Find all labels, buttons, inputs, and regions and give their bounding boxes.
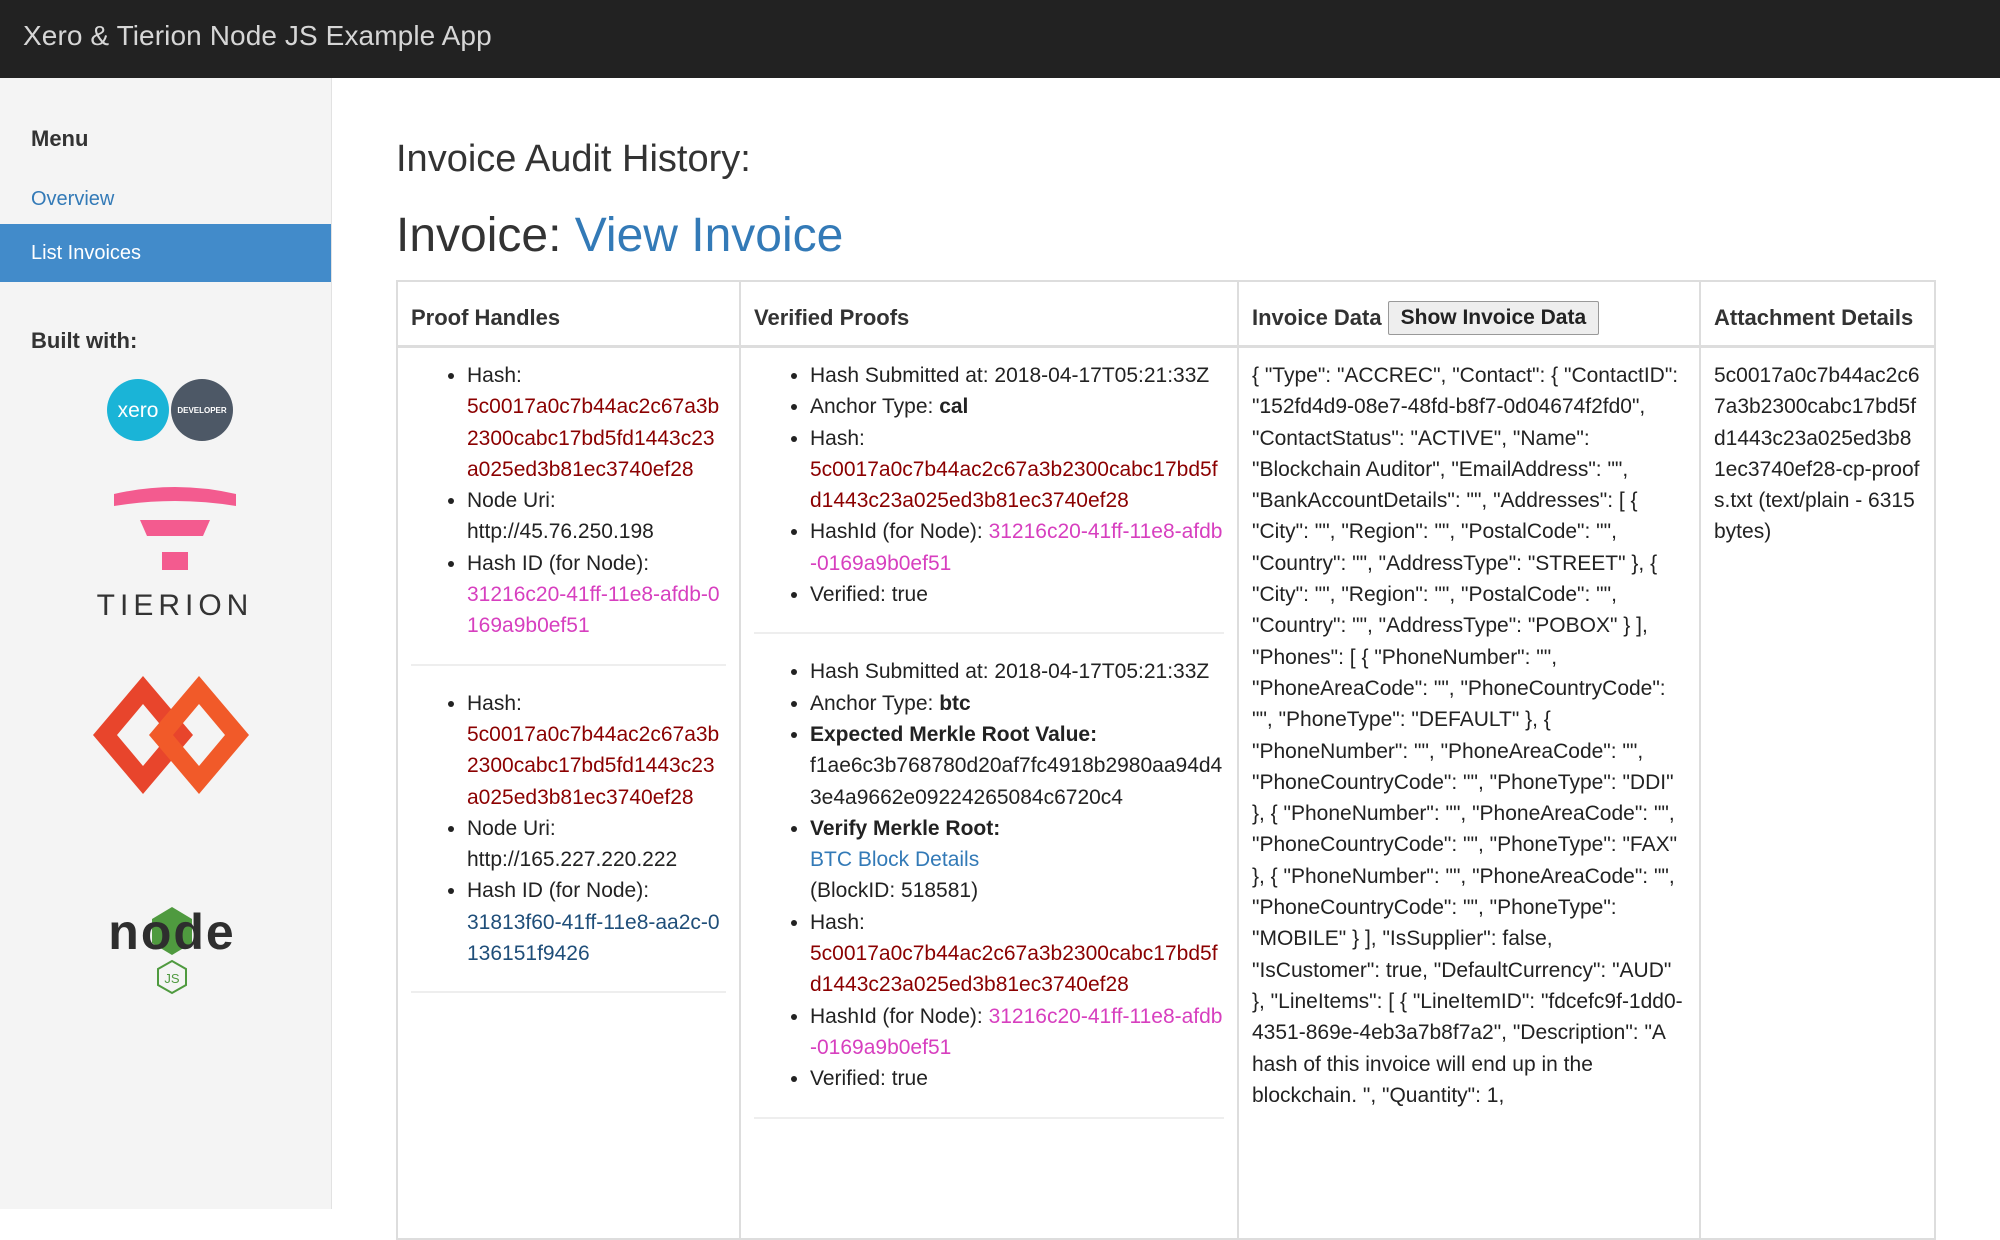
anchor-type-entry: Anchor Type: btc [810, 688, 1224, 719]
btc-block-details-link[interactable]: BTC Block Details [810, 844, 1224, 875]
nodejs-logo-text: node [108, 904, 235, 960]
hash-entry: Hash: 5c0017a0c7b44ac2c67a3b2300cabc17bd… [810, 423, 1224, 517]
hash-label: Hash: [810, 426, 865, 450]
anchor-type-value: btc [939, 691, 971, 715]
verified-proof-item: Hash Submitted at: 2018-04-17T05:21:33Z … [754, 634, 1224, 1119]
anchor-type-entry: Anchor Type: cal [810, 391, 1224, 422]
page-title: Invoice Audit History: [396, 138, 751, 180]
invoice-label: Invoice: [396, 209, 562, 262]
invoice-data-header-label: Invoice Data [1252, 304, 1382, 330]
proof-handles-header: Proof Handles [398, 282, 739, 348]
anchor-type-label: Anchor Type: [810, 691, 940, 715]
anchor-type-value: cal [939, 395, 969, 419]
verify-merkle-label: Verify Merkle Root: [810, 816, 1001, 840]
verified-proofs-cell: Hash Submitted at: 2018-04-17T05:21:33Z … [741, 348, 1237, 1119]
built-with-heading: Built with: [31, 328, 138, 353]
top-navbar: Xero & Tierion Node JS Example App [0, 0, 2000, 78]
proof-handles-column: Proof Handles Hash: 5c0017a0c7b44ac2c67a… [398, 282, 741, 1240]
block-id: (BlockID: 518581) [810, 879, 979, 903]
verified-entry: Verified: true [810, 1063, 1224, 1094]
proof-handles-cell: Hash: 5c0017a0c7b44ac2c67a3b2300cabc17bd… [398, 348, 739, 994]
hash-entry: Hash: 5c0017a0c7b44ac2c67a3b2300cabc17bd… [467, 688, 726, 813]
node-uri-entry: Node Uri: http://165.227.220.222 [467, 813, 726, 876]
verified-proofs-header: Verified Proofs [741, 282, 1237, 348]
sidebar: Menu Overview List Invoices Built with: … [0, 78, 332, 1209]
view-invoice-link[interactable]: View Invoice [575, 209, 844, 262]
hashid-label: HashId (for Node): [810, 1004, 989, 1028]
merkle-root-value: f1ae6c3b768780d20af7fc4918b2980aa94d43e4… [810, 754, 1223, 809]
tierion-logo: TIERION [97, 487, 254, 622]
hash-value: 5c0017a0c7b44ac2c67a3b2300cabc17bd5fd144… [467, 395, 720, 481]
row-divider [754, 1116, 1224, 1119]
sidebar-item-overview[interactable]: Overview [0, 170, 331, 228]
merkle-root-entry: Expected Merkle Root Value: f1ae6c3b7687… [810, 719, 1224, 813]
hashid-entry: HashId (for Node): 31216c20-41ff-11e8-af… [810, 516, 1224, 579]
menu-heading: Menu [31, 126, 89, 151]
node-uri-entry: Node Uri: http://45.76.250.198 [467, 485, 726, 548]
verified-entry: Verified: true [810, 579, 1224, 610]
node-uri-label: Node Uri: [467, 489, 556, 513]
developer-logo-text: DEVELOPER [177, 406, 227, 415]
tierion-arc-top [114, 487, 236, 506]
hash-id-link[interactable]: 31216c20-41ff-11e8-afdb-0169a9b0ef51 [467, 579, 726, 642]
invoice-data-column: Invoice Data Show Invoice Data { "Type":… [1239, 282, 1701, 1240]
verify-merkle-entry: Verify Merkle Root: BTC Block Details (B… [810, 813, 1224, 907]
hash-id-link[interactable]: 31813f60-41ff-11e8-aa2c-0136151f9426 [467, 907, 726, 970]
invoice-heading: Invoice: View Invoice [396, 208, 843, 263]
verified-proof-item: Hash Submitted at: 2018-04-17T05:21:33Z … [754, 360, 1224, 635]
diamond-chain-logo [93, 676, 249, 794]
hash-id-entry: Hash ID (for Node): 31216c20-41ff-11e8-a… [467, 548, 726, 642]
hash-value: 5c0017a0c7b44ac2c67a3b2300cabc17bd5fd144… [810, 457, 1218, 513]
proof-handle-item: Hash: 5c0017a0c7b44ac2c67a3b2300cabc17bd… [411, 666, 726, 994]
anchor-type-label: Anchor Type: [810, 395, 940, 419]
xero-logo-text: xero [118, 399, 159, 422]
invoice-data-json: { "Type": "ACCREC", "Contact": { "Contac… [1252, 364, 1683, 1107]
show-invoice-data-button[interactable]: Show Invoice Data [1387, 300, 1600, 335]
tierion-bar-bottom [162, 552, 188, 570]
diamond-left [93, 676, 193, 794]
hashid-entry: HashId (for Node): 31216c20-41ff-11e8-af… [810, 1001, 1224, 1064]
attachment-details-header: Attachment Details [1701, 282, 1934, 348]
hash-value: 5c0017a0c7b44ac2c67a3b2300cabc17bd5fd144… [810, 942, 1218, 997]
audit-table: Proof Handles Hash: 5c0017a0c7b44ac2c67a… [396, 280, 1936, 1240]
merkle-root-label: Expected Merkle Root Value: [810, 722, 1098, 746]
attachment-details-column: Attachment Details 5c0017a0c7b44ac2c67a3… [1701, 282, 1934, 1240]
js-logo-text: JS [164, 971, 180, 986]
hash-label: Hash: [467, 691, 522, 715]
hash-label: Hash: [467, 364, 522, 387]
app-title[interactable]: Xero & Tierion Node JS Example App [23, 20, 492, 52]
hash-value: 5c0017a0c7b44ac2c67a3b2300cabc17bd5fd144… [467, 722, 720, 809]
diamond-right [149, 676, 249, 794]
verified-proofs-column: Verified Proofs Hash Submitted at: 2018-… [741, 282, 1239, 1240]
tierion-logo-text: TIERION [97, 589, 254, 622]
xero-developer-logo: xero DEVELOPER [107, 379, 233, 441]
sidebar-item-list-invoices[interactable]: List Invoices [0, 224, 331, 282]
hash-id-label: Hash ID (for Node): [467, 879, 650, 903]
hash-entry: Hash: 5c0017a0c7b44ac2c67a3b2300cabc17bd… [810, 907, 1224, 1001]
invoice-data-header: Invoice Data Show Invoice Data [1239, 282, 1699, 348]
hash-submitted-entry: Hash Submitted at: 2018-04-17T05:21:33Z [810, 360, 1224, 391]
hashid-label: HashId (for Node): [810, 520, 989, 544]
hash-id-entry: Hash ID (for Node): 31813f60-41ff-11e8-a… [467, 875, 726, 969]
nodejs-logo: node JS [108, 904, 235, 995]
node-uri-value: http://45.76.250.198 [467, 520, 654, 544]
tierion-bar-middle [140, 520, 210, 536]
proof-handle-item: Hash: 5c0017a0c7b44ac2c67a3b2300cabc17bd… [411, 360, 726, 666]
hash-label: Hash: [810, 910, 865, 934]
node-uri-label: Node Uri: [467, 816, 556, 840]
hash-entry: Hash: 5c0017a0c7b44ac2c67a3b2300cabc17bd… [467, 360, 726, 485]
hash-id-label: Hash ID (for Node): [467, 551, 650, 575]
hash-submitted-entry: Hash Submitted at: 2018-04-17T05:21:33Z [810, 656, 1224, 687]
node-uri-value: http://165.227.220.222 [467, 848, 678, 872]
row-divider [411, 991, 726, 994]
attachment-details-value: 5c0017a0c7b44ac2c67a3b2300cabc17bd5fd144… [1714, 364, 1920, 544]
